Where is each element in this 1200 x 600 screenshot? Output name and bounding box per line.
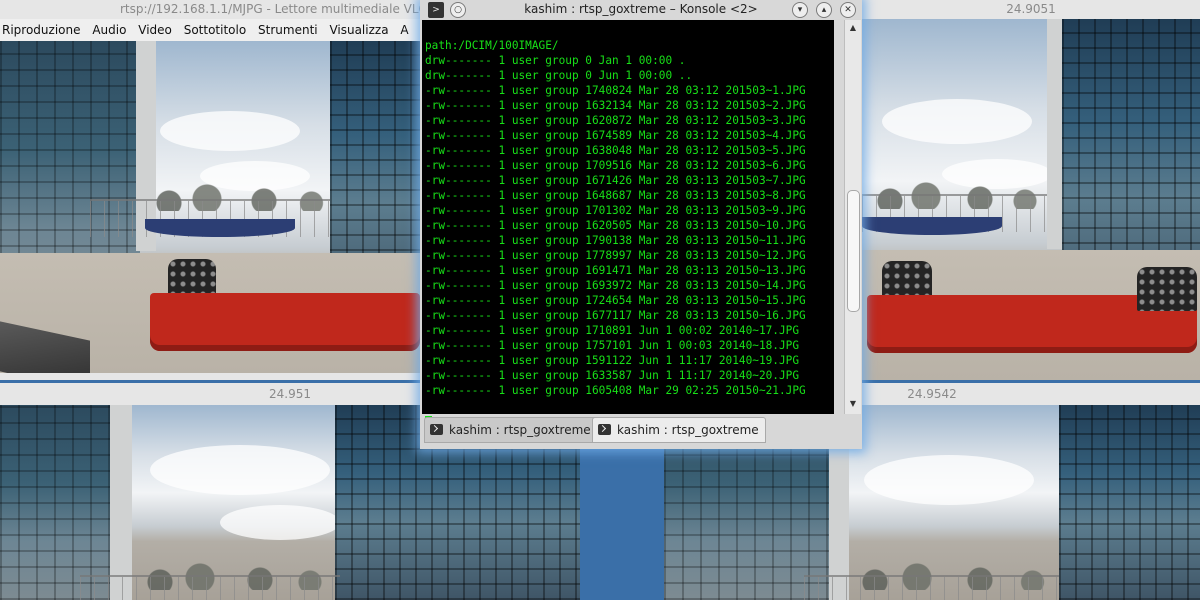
vlc-window: rtsp://192.168.1.1/MJPG - Lettore multim…: [0, 0, 420, 380]
terminal-line: -rw------- 1 user group 1620505 Mar 28 0…: [425, 219, 806, 232]
terminal-line: -rw------- 1 user group 1591122 Jun 1 11…: [425, 354, 800, 367]
terminal-tab-icon: [598, 424, 611, 435]
terminal-line: -rw------- 1 user group 1709516 Mar 28 0…: [425, 159, 806, 172]
terminal-line: -rw------- 1 user group 1671426 Mar 28 0…: [425, 174, 806, 187]
terminal-line: -rw------- 1 user group 1693972 Mar 28 0…: [425, 279, 806, 292]
vlc-menubar: Riproduzione Audio Video Sottotitolo Str…: [0, 19, 420, 41]
terminal-line: -rw------- 1 user group 1648687 Mar 28 0…: [425, 189, 806, 202]
menu-strumenti[interactable]: Strumenti: [256, 19, 324, 41]
scrollbar-thumb[interactable]: [847, 190, 860, 312]
tab-label: kashim : rtsp_goxtreme: [449, 423, 591, 437]
viewer-video[interactable]: [862, 19, 1200, 380]
vlc-title: rtsp://192.168.1.1/MJPG - Lettore multim…: [0, 0, 420, 19]
konsole-window: > ○ kashim : rtsp_goxtreme – Konsole <2>…: [420, 0, 862, 449]
tab-session-1[interactable]: kashim : rtsp_goxtreme: [424, 417, 598, 443]
terminal-line: -rw------- 1 user group 1677117 Mar 28 0…: [425, 309, 806, 322]
terminal-scrollbar[interactable]: ▲ ▼: [844, 20, 861, 414]
scroll-up-icon[interactable]: ▲: [845, 22, 861, 34]
viewer-title: 24.9051: [862, 0, 1200, 19]
terminal-line: -rw------- 1 user group 1674589 Mar 28 0…: [425, 129, 806, 142]
terminal-line: -rw------- 1 user group 1740824 Mar 28 0…: [425, 84, 806, 97]
terminal-line: drw------- 1 user group 0 Jun 1 00:00 ..: [425, 69, 693, 82]
terminal-line: -rw------- 1 user group 1710891 Jun 1 00…: [425, 324, 800, 337]
maximize-icon[interactable]: ▴: [816, 2, 832, 18]
pin-icon[interactable]: ○: [450, 2, 466, 18]
konsole-title: kashim : rtsp_goxtreme – Konsole <2>: [524, 2, 758, 16]
tab-session-2[interactable]: kashim : rtsp_goxtreme: [592, 417, 766, 443]
terminal-line: drw------- 1 user group 0 Jan 1 00:00 .: [425, 54, 686, 67]
camera-image: [862, 19, 1200, 380]
terminal-line: path:/DCIM/100IMAGE/: [425, 39, 559, 52]
camera-image: [0, 41, 420, 373]
viewer-top-right: 24.9051: [862, 0, 1200, 380]
scroll-down-icon[interactable]: ▼: [845, 398, 861, 410]
terminal-line: -rw------- 1 user group 1724654 Mar 28 0…: [425, 294, 806, 307]
menu-audio[interactable]: Audio: [90, 19, 132, 41]
terminal-line: -rw------- 1 user group 1605408 Mar 29 0…: [425, 384, 806, 397]
terminal-area[interactable]: path:/DCIM/100IMAGE/ drw------- 1 user g…: [422, 20, 834, 429]
terminal-line: -rw------- 1 user group 1691471 Mar 28 0…: [425, 264, 806, 277]
terminal-line: -rw------- 1 user group 1620872 Mar 28 0…: [425, 114, 806, 127]
terminal-output: path:/DCIM/100IMAGE/ drw------- 1 user g…: [425, 38, 806, 398]
terminal-line: -rw------- 1 user group 1632134 Mar 28 0…: [425, 99, 806, 112]
close-icon[interactable]: ✕: [840, 2, 856, 18]
menu-aiuto[interactable]: A: [398, 19, 414, 41]
terminal-line: -rw------- 1 user group 1633587 Jun 1 11…: [425, 369, 800, 382]
tab-label: kashim : rtsp_goxtreme: [617, 423, 759, 437]
menu-riproduzione[interactable]: Riproduzione: [0, 19, 87, 41]
terminal-line: -rw------- 1 user group 1638048 Mar 28 0…: [425, 144, 806, 157]
terminal-line: -rw------- 1 user group 1790138 Mar 28 0…: [425, 234, 806, 247]
terminal-line: -rw------- 1 user group 1701302 Mar 28 0…: [425, 204, 806, 217]
menu-visualizza[interactable]: Visualizza: [327, 19, 394, 41]
menu-video[interactable]: Video: [136, 19, 178, 41]
konsole-titlebar[interactable]: > ○ kashim : rtsp_goxtreme – Konsole <2>…: [420, 0, 862, 19]
menu-sottotitolo[interactable]: Sottotitolo: [182, 19, 252, 41]
terminal-line: -rw------- 1 user group 1757101 Jun 1 00…: [425, 339, 800, 352]
minimize-icon[interactable]: ▾: [792, 2, 808, 18]
terminal-line: -rw------- 1 user group 1778997 Mar 28 0…: [425, 249, 806, 262]
terminal-tab-icon: [430, 424, 443, 435]
terminal-app-icon[interactable]: >: [428, 2, 444, 18]
vlc-video[interactable]: [0, 41, 420, 373]
